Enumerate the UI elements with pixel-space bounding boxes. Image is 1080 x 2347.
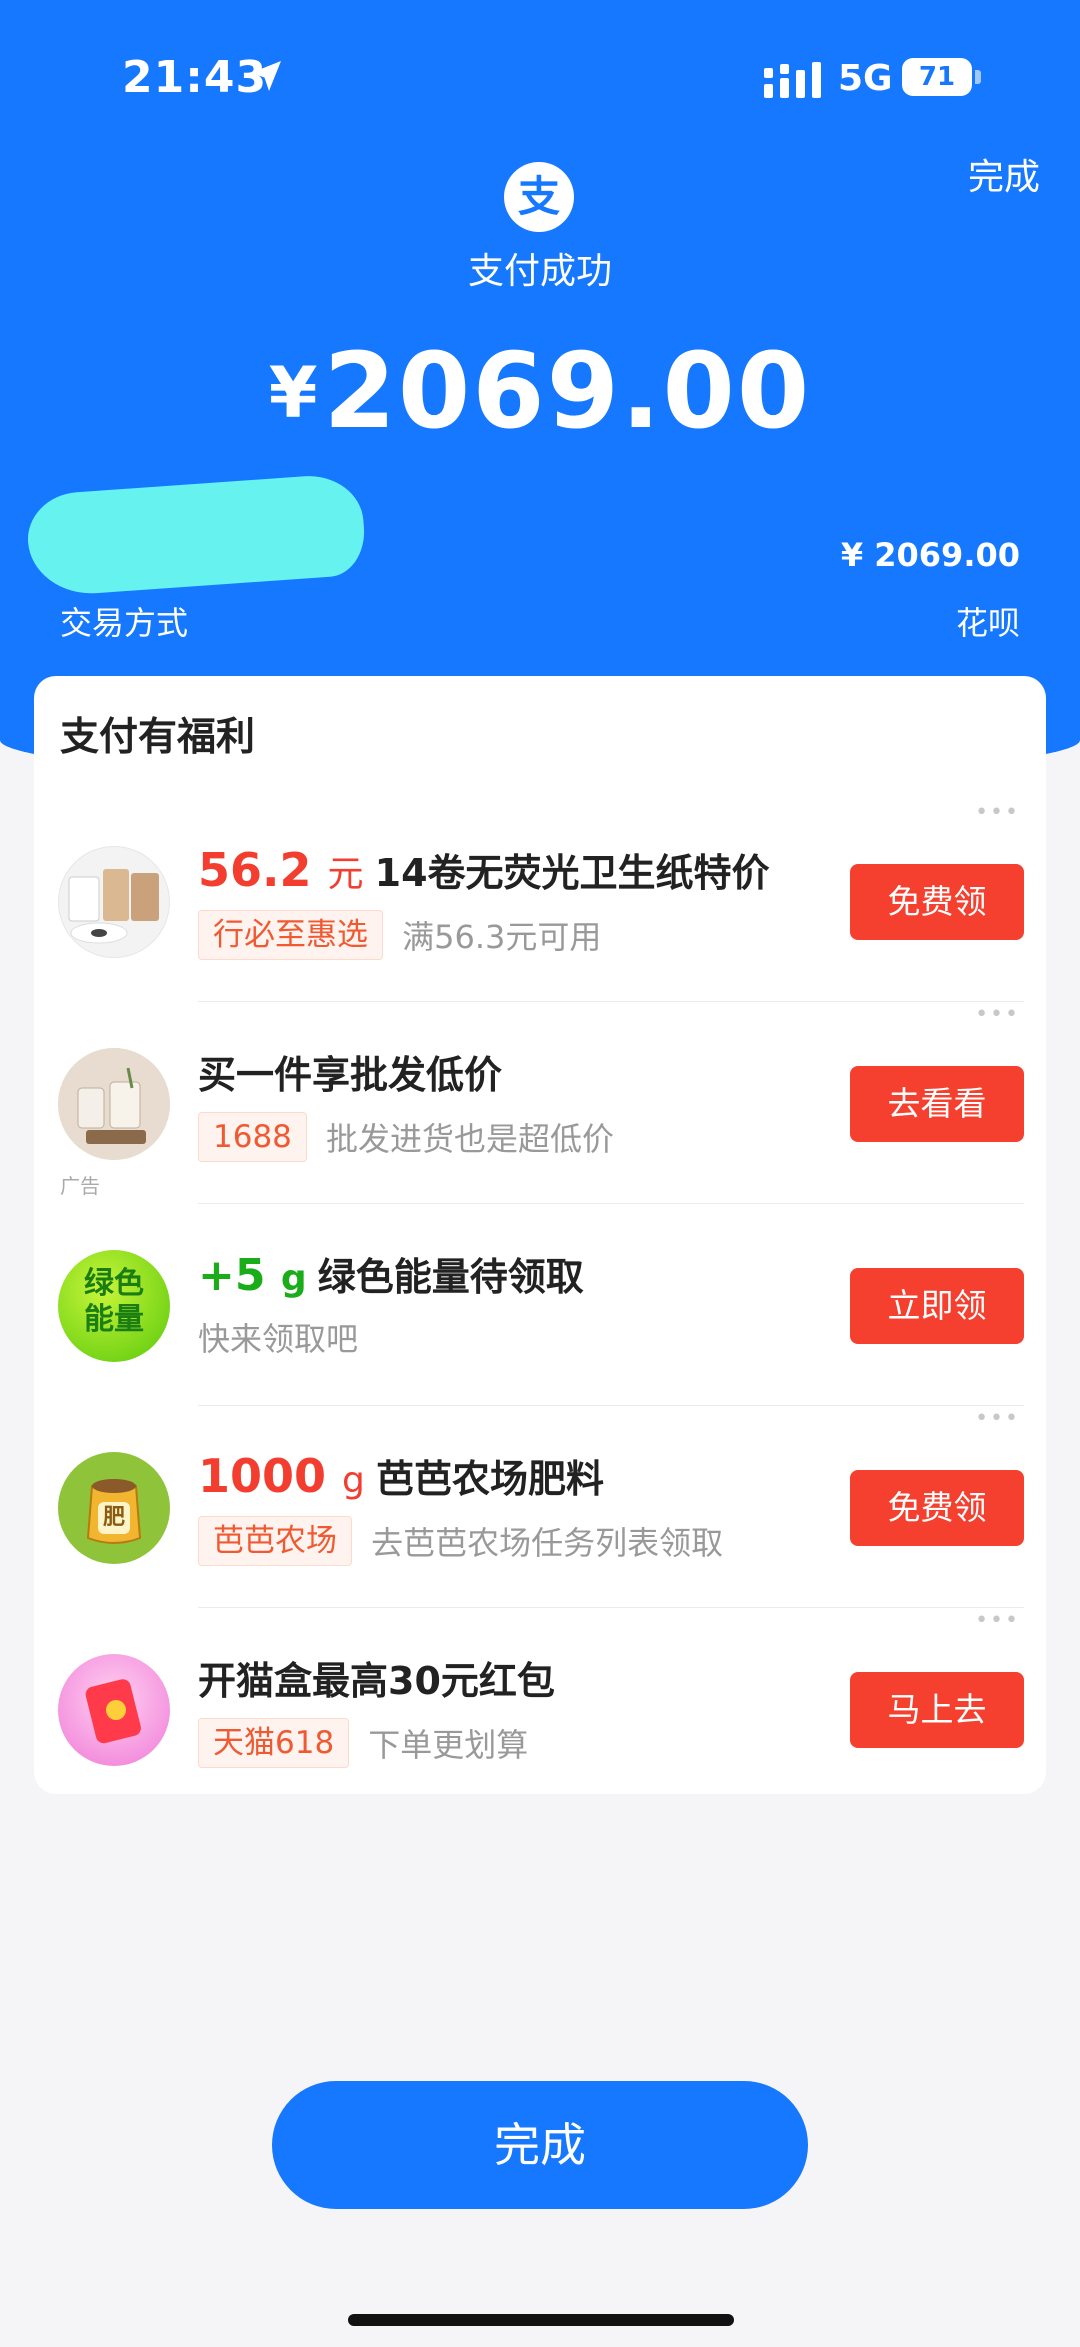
status-bar: 21:43 5G 71 (0, 0, 1080, 160)
fertilizer-bag-icon: 肥 (58, 1452, 170, 1564)
benefit-meta: 芭芭农场 去芭芭农场任务列表领取 (198, 1516, 723, 1566)
benefit-meta: 行必至惠选 满56.3元可用 (198, 910, 601, 960)
currency-symbol: ¥ (268, 352, 318, 434)
done-button[interactable]: 完成 (272, 2081, 808, 2209)
benefit-title: 买一件享批发低价 (198, 1053, 503, 1097)
payment-amount: ¥2069.00 (0, 330, 1080, 452)
energy-icon-text-1: 绿色 (84, 1266, 144, 1301)
benefit-tag: 芭芭农场 (198, 1516, 352, 1566)
signal-icon (764, 62, 821, 98)
go-now-button[interactable]: 马上去 (850, 1672, 1024, 1748)
claim-now-button[interactable]: 立即领 (850, 1268, 1024, 1344)
fertilizer-icon-text: 肥 (98, 1502, 130, 1534)
highlight-value: 56.2 (198, 843, 312, 897)
benefit-highlight: +5 g (198, 1250, 307, 1301)
benefits-title: 支付有福利 (60, 715, 256, 760)
highlight-unit: 元 (327, 854, 364, 895)
more-icon[interactable]: ••• (975, 800, 1020, 825)
more-icon[interactable]: ••• (975, 1406, 1020, 1431)
status-time: 21:43 (122, 52, 268, 103)
benefit-highlight: 56.2 元 (198, 843, 364, 897)
benefit-headline: 56.2 元 14卷无荧光卫生纸特价 (198, 842, 770, 897)
wholesale-product-thumbnail (58, 1048, 170, 1160)
highlight-unit: g (280, 1258, 307, 1299)
benefit-subtitle: 去芭芭农场任务列表领取 (371, 1524, 724, 1562)
benefit-headline: 买一件享批发低价 (198, 1044, 502, 1099)
more-icon[interactable]: ••• (975, 1608, 1020, 1633)
benefit-row[interactable]: ••• 肥 1000 g 芭芭农场肥料 芭芭农场 去芭芭农场任务列表领取 免费领 (34, 1406, 1046, 1608)
payment-status-title: 支付成功 (467, 251, 612, 292)
benefit-meta: 天猫618 下单更划算 (198, 1718, 528, 1768)
amount-value: 2069.00 (323, 330, 812, 452)
benefit-row[interactable]: ••• 广告 买一件享批发低价 1688 批发进货也是超低价 去看看 (34, 1002, 1046, 1204)
benefit-subtitle: 快来领取吧 (198, 1320, 359, 1358)
battery-tip (975, 70, 981, 84)
benefit-subtitle: 满56.3元可用 (402, 918, 602, 956)
energy-icon-text-2: 能量 (84, 1302, 144, 1337)
ad-label: 广告 (60, 1174, 100, 1198)
done-link-top[interactable]: 完成 (968, 148, 1040, 200)
payment-method-label: 交易方式 (60, 604, 189, 642)
benefit-headline: 1000 g 芭芭农场肥料 (198, 1448, 604, 1503)
highlight-unit: g (342, 1460, 365, 1501)
benefits-card: 支付有福利 ••• 56.2 元 14卷无荧光卫生纸特价 行必至惠选 满56.3… (34, 676, 1046, 1794)
benefit-subtitle: 批发进货也是超低价 (326, 1120, 615, 1158)
benefit-meta: 快来领取吧 (198, 1314, 358, 1360)
benefit-headline: 开猫盒最高30元红包 (198, 1650, 555, 1705)
network-type: 5G (838, 58, 893, 99)
claim-free-button[interactable]: 免费领 (850, 1470, 1024, 1546)
benefit-title: 绿色能量待领取 (317, 1255, 584, 1299)
benefit-row[interactable]: ••• 开猫盒最高30元红包 天猫618 下单更划算 马上去 (34, 1608, 1046, 1810)
detail-amount: ¥ 2069.00 (840, 536, 1020, 574)
red-envelope-icon (58, 1654, 170, 1766)
benefit-subtitle: 下单更划算 (368, 1726, 529, 1764)
benefit-row[interactable]: 绿色 能量 +5 g 绿色能量待领取 快来领取吧 立即领 (34, 1204, 1046, 1406)
benefit-title: 开猫盒最高30元红包 (198, 1659, 555, 1703)
toilet-paper-thumbnail (58, 846, 170, 958)
battery-icon: 71 (902, 58, 972, 96)
location-arrow-icon (251, 61, 281, 91)
benefit-meta: 1688 批发进货也是超低价 (198, 1112, 614, 1162)
benefit-tag: 1688 (198, 1112, 307, 1162)
benefit-tag: 行必至惠选 (198, 910, 383, 960)
benefit-row[interactable]: ••• 56.2 元 14卷无荧光卫生纸特价 行必至惠选 满56.3元可用 免费… (34, 800, 1046, 1002)
benefit-highlight: 1000 g (198, 1449, 365, 1503)
view-button[interactable]: 去看看 (850, 1066, 1024, 1142)
alipay-logo-icon: 支 (504, 162, 574, 232)
benefit-title: 14卷无荧光卫生纸特价 (374, 851, 770, 895)
home-indicator[interactable] (348, 2314, 734, 2326)
payment-method-value: 花呗 (955, 604, 1020, 642)
benefit-tag: 天猫618 (198, 1718, 350, 1768)
benefit-headline: +5 g 绿色能量待领取 (198, 1246, 584, 1301)
highlight-value: 1000 (198, 1449, 327, 1503)
benefit-title: 芭芭农场肥料 (376, 1457, 605, 1501)
battery-level: 71 (918, 62, 956, 92)
green-energy-icon: 绿色 能量 (58, 1250, 170, 1362)
claim-free-button[interactable]: 免费领 (850, 864, 1024, 940)
more-icon[interactable]: ••• (975, 1002, 1020, 1027)
highlight-value: +5 (198, 1250, 266, 1301)
